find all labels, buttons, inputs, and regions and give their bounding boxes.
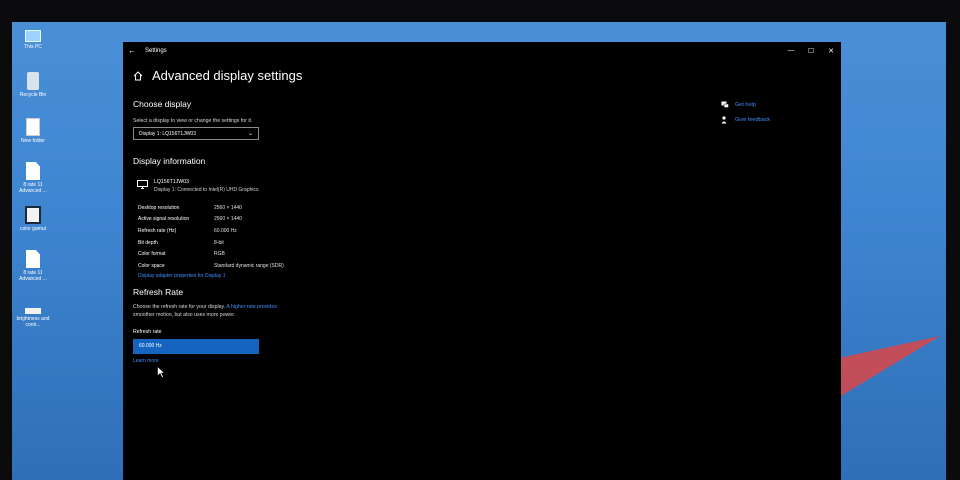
refresh-rate-description: Choose the refresh rate for your display… <box>133 303 323 319</box>
help-panel: Get help Give feedback <box>721 97 770 127</box>
display-info-key: Refresh rate (Hz) <box>138 227 177 234</box>
display-info-key: Bit depth <box>138 239 158 246</box>
display-info-key: Color space <box>138 262 165 269</box>
display-info-row: Desktop resolution 2560 × 1440 <box>138 202 633 214</box>
refresh-rate-dropdown[interactable]: 60.000 Hz <box>133 338 259 354</box>
desktop-icon-label: New folder <box>21 138 45 144</box>
minimize-button[interactable]: — <box>781 47 801 54</box>
desktop-icon[interactable]: New folder <box>12 118 54 144</box>
desktop-icon-label: This PC <box>24 44 42 50</box>
display-information-heading: Display information <box>133 156 206 166</box>
desktop-icon-label: 8 rate 11 Advanced ... <box>19 182 47 194</box>
bin-icon <box>27 72 39 90</box>
get-help-link[interactable]: Get help <box>721 97 770 112</box>
settings-window: ← Settings — ☐ ✕ Advanced display settin… <box>123 42 841 480</box>
page-header: Advanced display settings <box>133 68 633 83</box>
refresh-rate-description-end: smoother motion, but also uses more powe… <box>133 311 236 318</box>
pc-icon <box>25 30 41 42</box>
display-name: LQ156T1JW03 <box>154 179 189 185</box>
chevron-down-icon: ⌄ <box>247 131 253 137</box>
title-bar: ← Settings — ☐ ✕ <box>123 42 841 59</box>
refresh-rate-value: 60.000 Hz <box>139 343 162 350</box>
folder-icon <box>26 118 40 136</box>
close-button[interactable]: ✕ <box>821 47 841 55</box>
display-info-value: Standard dynamic range (SDR) <box>214 262 284 269</box>
page-title: Advanced display settings <box>152 68 303 83</box>
give-feedback-label: Give feedback <box>735 116 771 123</box>
desktop-icon[interactable]: 8 rate 11 Advanced ... <box>12 162 54 194</box>
display-info-row: Bit depth 8-bit <box>138 237 633 249</box>
desktop-icon-label: 8 rate 11 Advanced ... <box>19 270 47 282</box>
doc-icon <box>26 250 40 268</box>
display-info-value: 2560 × 1440 <box>214 204 242 211</box>
back-arrow-icon[interactable]: ← <box>123 46 141 55</box>
feedback-person-icon <box>721 115 727 123</box>
refresh-rate-heading: Refresh Rate <box>133 286 184 297</box>
white-icon <box>25 308 41 314</box>
home-icon[interactable] <box>133 70 143 81</box>
choose-display-description: Select a display to view or change the s… <box>133 118 253 124</box>
display-info-key: Color format <box>138 251 166 258</box>
monitor-icon <box>137 180 148 189</box>
display-info-table: Desktop resolution 2560 × 1440 Active sign… <box>138 202 633 272</box>
display-info-row: Active signal resolution 2560 × 1440 <box>138 214 633 226</box>
desktop-icon[interactable]: This PC <box>12 28 54 50</box>
display-info-value: 8-bit <box>214 239 224 246</box>
adapter-properties-link[interactable]: Display adapter properties for Display 1 <box>138 273 633 279</box>
refresh-rate-label: Refresh rate <box>133 328 162 335</box>
display-info-value: 60.000 Hz <box>214 227 237 234</box>
mouse-cursor-icon <box>157 366 165 378</box>
chat-help-icon <box>721 101 729 108</box>
desktop-icon[interactable]: 8 rate 11 Advanced ... <box>12 250 54 282</box>
display-connection: Display 1: Connected to Intel(R) UHD Gra… <box>154 187 259 193</box>
maximize-button[interactable]: ☐ <box>801 47 821 55</box>
desktop-icon[interactable]: brightness and contr... <box>12 300 54 328</box>
display-info-row: Color format RGB <box>138 248 633 260</box>
settings-content: Advanced display settings Choose display… <box>133 68 633 364</box>
learn-more-link[interactable]: Learn more <box>133 358 633 364</box>
display-info-key: Active signal resolution <box>138 216 190 223</box>
desktop-icon[interactable]: color gamut <box>12 206 54 232</box>
give-feedback-link[interactable]: Give feedback <box>721 112 770 127</box>
display-summary: LQ156T1JW03 Display 1: Connected to Inte… <box>137 179 633 193</box>
choose-display-heading: Choose display <box>133 99 192 109</box>
refresh-rate-description-text: Choose the refresh rate for your display… <box>133 303 227 310</box>
display-info-value: 2560 × 1440 <box>214 216 242 223</box>
display-info-value: RGB <box>214 251 225 258</box>
img-icon <box>25 206 41 224</box>
window-title: Settings <box>145 47 167 54</box>
desktop-icon-label: brightness and contr... <box>16 316 50 328</box>
doc-icon <box>26 162 40 180</box>
desktop-icon[interactable]: Recycle Bin <box>12 72 54 98</box>
display-dropdown-value: Display 1: LQ156T1JW03 <box>139 130 196 137</box>
desktop-icon-label: Recycle Bin <box>19 92 47 98</box>
refresh-rate-description-link: A higher rate provides <box>226 303 277 310</box>
display-dropdown[interactable]: Display 1: LQ156T1JW03 ⌄ <box>133 127 259 140</box>
display-info-row: Refresh rate (Hz) 60.000 Hz <box>138 225 633 237</box>
display-info-key: Desktop resolution <box>138 204 180 211</box>
display-info-row: Color space Standard dynamic range (SDR) <box>138 260 633 272</box>
get-help-label: Get help <box>735 101 756 108</box>
desktop-icon-label: color gamut <box>19 226 47 232</box>
